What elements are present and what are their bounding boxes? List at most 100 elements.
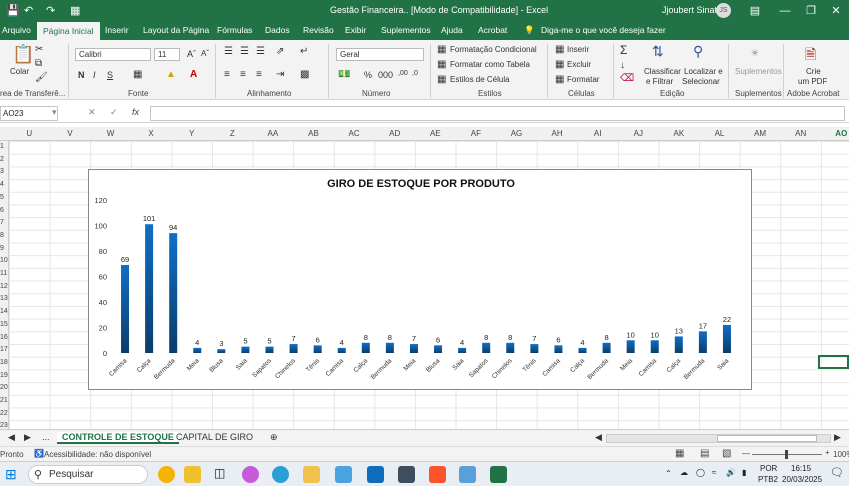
tab-dados[interactable]: Dados [265, 25, 290, 35]
italic-icon[interactable]: I [93, 70, 96, 80]
font-color-icon[interactable]: A [190, 69, 197, 80]
row-header[interactable]: 7 [0, 219, 4, 226]
row-header[interactable]: 21 [0, 397, 8, 404]
percent-icon[interactable]: % [364, 70, 372, 80]
scroll-tabs-left-icon[interactable]: ◀ [8, 432, 15, 443]
tab-layout[interactable]: Layout da Página [143, 25, 209, 35]
redo-icon[interactable]: ↷ [46, 4, 55, 17]
row-header[interactable]: 13 [0, 295, 8, 302]
notifications-icon[interactable]: 🗨 [830, 466, 844, 479]
bar[interactable] [602, 342, 611, 353]
enter-icon[interactable]: ✓ [110, 107, 118, 118]
task-view-icon[interactable]: ◫ [214, 466, 225, 480]
column-header[interactable]: AE [415, 129, 456, 138]
bar[interactable] [121, 265, 130, 353]
autosum-icon[interactable]: Σ [620, 43, 627, 57]
bar[interactable] [265, 346, 274, 353]
insert-cells-icon[interactable]: ▦ [555, 44, 564, 55]
bar[interactable] [698, 331, 707, 353]
align-middle-icon[interactable]: ☰ [240, 46, 249, 57]
paste-icon[interactable]: 📋 [12, 44, 34, 65]
weather-widget-icon[interactable] [158, 466, 175, 483]
column-header[interactable]: AL [699, 129, 740, 138]
name-box[interactable]: AO23 [0, 106, 58, 121]
bar[interactable] [385, 342, 394, 353]
quick-access-menu-icon[interactable]: ▦ [70, 4, 80, 17]
row-header[interactable]: 22 [0, 410, 8, 417]
row-header[interactable]: 18 [0, 359, 8, 366]
zoom-slider-thumb[interactable] [785, 450, 788, 459]
app-icon[interactable] [184, 466, 201, 483]
taskbar-search[interactable]: ⚲ Pesquisar [28, 465, 148, 484]
row-header[interactable]: 16 [0, 334, 8, 341]
column-header[interactable]: U [9, 129, 50, 138]
row-header[interactable]: 17 [0, 346, 8, 353]
conditional-format-icon[interactable]: ▦ [437, 44, 446, 55]
bar[interactable] [289, 344, 298, 353]
tab-pagina-inicial[interactable]: Página Inicial [37, 22, 100, 40]
column-header[interactable]: AD [374, 129, 415, 138]
battery-icon[interactable]: ▮ [742, 468, 746, 477]
orientation-icon[interactable]: ⇗ [276, 46, 284, 57]
format-cells-button[interactable]: Formatar [567, 75, 599, 84]
scroll-tabs-right-icon[interactable]: ▶ [24, 432, 31, 443]
sheet-tab-capital-giro[interactable]: CAPITAL DE GIRO [176, 432, 253, 442]
undo-icon[interactable]: ↶ [24, 4, 33, 17]
column-header[interactable]: AB [293, 129, 334, 138]
row-header[interactable]: 19 [0, 372, 8, 379]
bar[interactable] [434, 345, 443, 353]
row-header[interactable]: 8 [0, 232, 4, 239]
excel-taskbar-icon[interactable] [490, 466, 507, 483]
column-header[interactable]: AN [780, 129, 821, 138]
windows-start-icon[interactable]: ⊞ [5, 466, 17, 483]
sheet-tab-controle-estoque[interactable]: CONTROLE DE ESTOQUE [57, 432, 179, 444]
row-header[interactable]: 14 [0, 308, 8, 315]
normal-view-icon[interactable]: ▦ [675, 448, 684, 459]
copilot-icon[interactable] [242, 466, 259, 483]
row-header[interactable]: 6 [0, 207, 4, 214]
row-header[interactable]: 20 [0, 384, 8, 391]
column-header[interactable]: AJ [618, 129, 659, 138]
addins-button[interactable]: Suplementos [735, 67, 782, 76]
grow-font-icon[interactable]: Aˆ [187, 49, 196, 59]
tell-me-search[interactable]: Diga-me o que você deseja fazer [541, 25, 666, 35]
delete-cells-icon[interactable]: ▦ [555, 59, 564, 70]
bar[interactable] [482, 342, 491, 353]
cut-icon[interactable]: ✂ [35, 44, 43, 55]
font-size-select[interactable]: 11 [154, 48, 180, 61]
insert-cells-button[interactable]: Inserir [567, 45, 589, 54]
pdf-icon[interactable]: 🗎 [805, 44, 816, 68]
align-left-icon[interactable]: ≡ [224, 69, 230, 80]
row-header[interactable]: 12 [0, 283, 8, 290]
tab-ajuda[interactable]: Ajuda [441, 25, 463, 35]
tab-suplementos[interactable]: Suplementos [381, 25, 431, 35]
align-bottom-icon[interactable]: ☰ [256, 46, 265, 57]
row-header[interactable]: 15 [0, 321, 8, 328]
search-icon[interactable]: ⚲ [693, 43, 703, 60]
bar[interactable] [169, 233, 178, 353]
format-painter-icon[interactable]: 🖌 [35, 72, 48, 83]
network-icon[interactable]: ≈ [712, 468, 716, 477]
bar[interactable] [337, 347, 346, 353]
calculator-icon[interactable] [398, 466, 415, 483]
copy-icon[interactable]: ⧉ [35, 58, 42, 69]
save-icon[interactable]: 💾 [6, 4, 20, 17]
row-header[interactable]: 4 [0, 181, 4, 188]
insert-function-button[interactable]: fx [132, 107, 139, 117]
bar[interactable] [361, 342, 370, 353]
bar[interactable] [722, 324, 731, 353]
onedrive-icon[interactable]: ☁ [680, 468, 688, 477]
find-select-button-line2[interactable]: Selecionar [682, 77, 720, 86]
language-line1[interactable]: POR [760, 464, 777, 473]
column-header[interactable]: X [131, 129, 172, 138]
create-pdf-line1[interactable]: Crie [806, 67, 821, 76]
column-header[interactable]: V [50, 129, 91, 138]
formula-input[interactable] [150, 106, 845, 121]
bar[interactable] [145, 224, 154, 353]
bar[interactable] [506, 342, 515, 353]
delete-cells-button[interactable]: Excluir [567, 60, 591, 69]
bar[interactable] [530, 344, 539, 353]
accessibility-status[interactable]: Acessibilidade: não disponível [44, 450, 151, 459]
bar[interactable] [241, 346, 250, 353]
bar[interactable] [578, 347, 587, 353]
